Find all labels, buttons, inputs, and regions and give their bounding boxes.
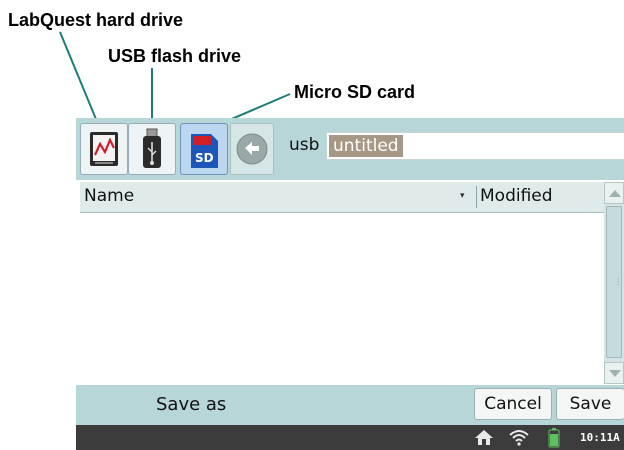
toolbar: SD usb untitled [76, 118, 624, 180]
save-as-label: Save as [156, 394, 227, 415]
labquest-drive-callout: LabQuest hard drive [8, 10, 184, 30]
usb-drive-button[interactable] [128, 123, 176, 175]
labquest-drive-icon [90, 132, 118, 166]
home-icon[interactable] [474, 428, 494, 446]
sd-card-icon: SD [191, 134, 218, 168]
filename-selected-text: untitled [329, 135, 403, 157]
bottom-bar: Save as Cancel Save [76, 385, 624, 425]
sd-card-button[interactable]: SD [180, 123, 228, 175]
filename-input[interactable]: untitled [326, 132, 624, 160]
scroll-up-button[interactable] [604, 182, 624, 204]
battery-icon [548, 428, 560, 448]
path-label: usb [289, 135, 320, 155]
usb-drive-callout: USB flash drive [108, 46, 242, 66]
column-divider[interactable] [476, 186, 477, 208]
file-list[interactable] [80, 213, 604, 384]
sd-card-callout: Micro SD card [294, 82, 416, 102]
cancel-button[interactable]: Cancel [474, 388, 552, 420]
clock: 10:11A [580, 431, 620, 444]
back-arrow-icon [236, 133, 268, 165]
save-button[interactable]: Save [556, 388, 624, 420]
wifi-icon [509, 430, 529, 446]
scroll-down-button[interactable] [604, 362, 624, 384]
scrollbar[interactable]: ⋮ [604, 182, 624, 384]
file-list-header: Name ▾ Modified [80, 182, 604, 213]
scroll-thumb[interactable]: ⋮ [606, 206, 622, 358]
grip-icon: ⋮ [614, 277, 622, 286]
column-header-modified[interactable]: Modified [480, 186, 553, 206]
sort-indicator-icon: ▾ [460, 191, 465, 201]
back-button[interactable] [230, 123, 274, 175]
labquest-drive-button[interactable] [80, 123, 128, 175]
svg-text:SD: SD [195, 151, 214, 165]
status-bar: 10:11A [76, 425, 624, 450]
column-header-name[interactable]: Name [84, 186, 134, 206]
usb-drive-icon [143, 128, 161, 168]
save-dialog: SD usb untitled Name ▾ Modified ⋮ Save a… [76, 118, 624, 450]
